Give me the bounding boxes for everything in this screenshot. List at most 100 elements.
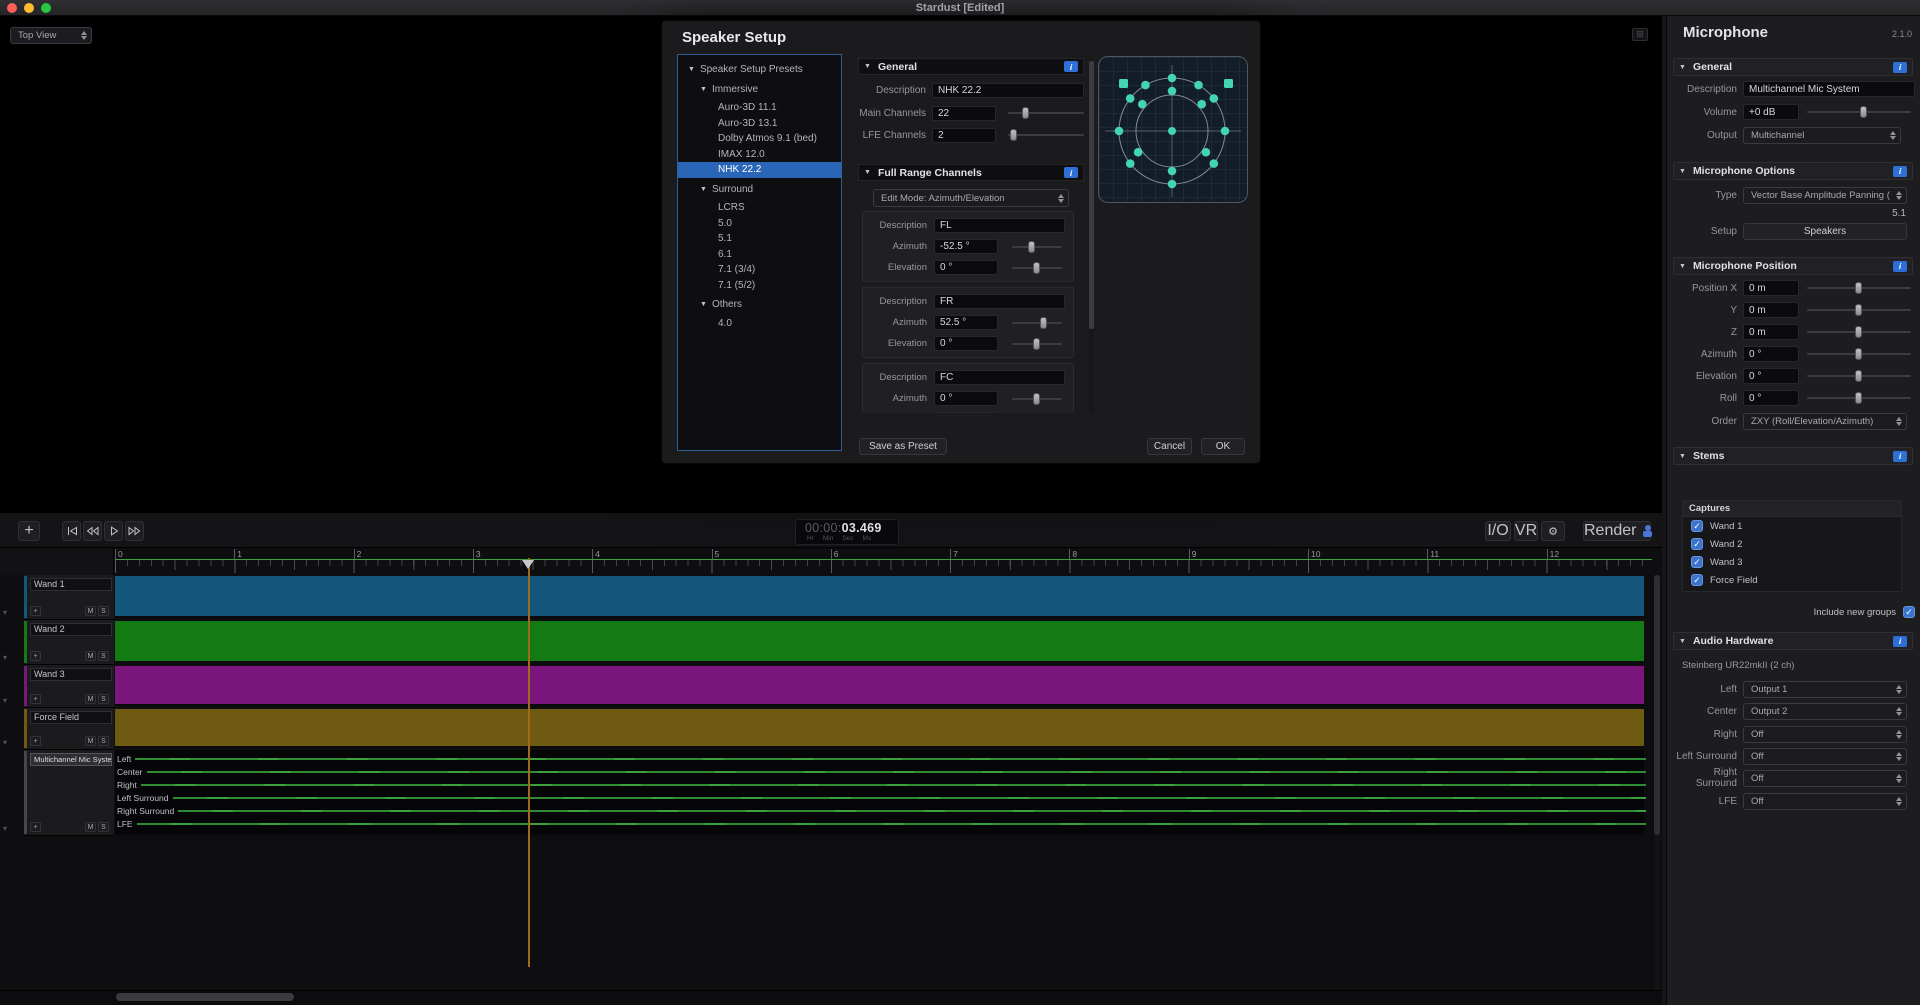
info-icon[interactable]: i [1893, 62, 1907, 73]
info-icon[interactable]: i [1893, 636, 1907, 647]
slider-thumb[interactable] [1855, 348, 1862, 360]
hardware-output-dropdown[interactable]: Output 1 [1743, 681, 1907, 698]
track-header[interactable]: Force Field+MS [24, 708, 114, 750]
track-add-button[interactable]: + [30, 651, 41, 661]
dialog-scrollbar-thumb[interactable] [1089, 61, 1094, 329]
channel-elevation-slider[interactable] [1012, 413, 1062, 414]
position-slider[interactable] [1807, 325, 1911, 339]
track-collapse-icon[interactable]: ▾ [3, 696, 7, 705]
track-name-field[interactable]: Wand 2 [30, 623, 112, 636]
mic-volume-slider[interactable] [1807, 105, 1911, 119]
track-mute-button[interactable]: M [85, 694, 96, 704]
preset-item[interactable]: LCRS [678, 200, 841, 216]
view-selector-dropdown[interactable]: Top View [10, 27, 92, 44]
timecode-display[interactable]: 00:00:03.469 HrMinSecMs [795, 519, 899, 545]
preset-item[interactable]: Dolby Atmos 9.1 (bed) [678, 131, 841, 147]
channel-elevation-slider[interactable] [1012, 261, 1062, 275]
track-name-field[interactable]: Wand 3 [30, 668, 112, 681]
section-header-general[interactable]: ▼ General i [1673, 58, 1913, 76]
track-add-button[interactable]: + [30, 822, 41, 832]
timeline-horizontal-scrollbar-thumb[interactable] [116, 993, 294, 1001]
channel-description-input[interactable]: FC [934, 370, 1065, 385]
track-header[interactable]: Wand 2+MS [24, 620, 114, 665]
preset-item[interactable]: 7.1 (5/2) [678, 278, 841, 294]
section-header-mic-options[interactable]: ▼ Microphone Options i [1673, 162, 1913, 180]
mic-description-input[interactable]: Multichannel Mic System [1743, 81, 1915, 97]
channel-elevation-input[interactable]: 0 ° [934, 260, 998, 275]
dialog-description-input[interactable]: NHK 22.2 [932, 83, 1084, 98]
channel-azimuth-slider[interactable] [1012, 240, 1062, 254]
position-slider[interactable] [1807, 281, 1911, 295]
hardware-output-dropdown[interactable]: Output 2 [1743, 703, 1907, 720]
preset-item[interactable]: NHK 22.2 [678, 162, 841, 178]
channel-azimuth-input[interactable]: -52.5 ° [934, 239, 998, 254]
collapse-icon[interactable]: ▼ [688, 66, 695, 73]
track-mute-button[interactable]: M [85, 651, 96, 661]
collapse-icon[interactable]: ▼ [700, 86, 707, 93]
settings-button[interactable]: ⚙ [1541, 521, 1565, 541]
collapse-icon[interactable]: ▼ [1679, 64, 1686, 71]
slider-thumb[interactable] [1040, 317, 1047, 329]
slider-thumb[interactable] [1033, 338, 1040, 350]
channel-elevation-input[interactable]: 0 ° [934, 336, 998, 351]
track-region[interactable] [115, 621, 1644, 663]
preset-group-others[interactable]: ▼Others [678, 297, 841, 313]
main-channels-slider[interactable] [1008, 106, 1084, 120]
playhead-line[interactable] [528, 558, 530, 967]
track-header[interactable]: Wand 3+MS [24, 665, 114, 708]
track-region[interactable] [115, 666, 1644, 706]
mic-track-name-field[interactable]: Multichannel Mic Syste [30, 753, 112, 766]
preset-tree-root[interactable]: ▼Speaker Setup Presets [678, 62, 841, 78]
slider-thumb[interactable] [1022, 107, 1029, 119]
mic-track-header[interactable]: Multichannel Mic Syste + MS [24, 750, 114, 836]
channel-azimuth-input[interactable]: 0 ° [934, 391, 998, 406]
position-slider[interactable] [1807, 303, 1911, 317]
position-value-input[interactable]: 0 ° [1743, 368, 1799, 384]
slider-thumb[interactable] [1028, 241, 1035, 253]
viewport-layout-icon[interactable]: ⊞ [1632, 28, 1648, 41]
position-value-input[interactable]: 0 ° [1743, 390, 1799, 406]
info-icon[interactable]: i [1893, 451, 1907, 462]
save-as-preset-button[interactable]: Save as Preset [859, 438, 947, 455]
edit-mode-dropdown[interactable]: Edit Mode: Azimuth/Elevation [873, 189, 1069, 207]
slider-thumb[interactable] [1033, 262, 1040, 274]
preset-item[interactable]: IMAX 12.0 [678, 147, 841, 163]
slider-thumb[interactable] [1855, 370, 1862, 382]
channel-description-input[interactable]: FL [934, 218, 1065, 233]
collapse-icon[interactable]: ▼ [1679, 263, 1686, 270]
track-collapse-icon[interactable]: ▾ [3, 608, 7, 617]
slider-thumb[interactable] [1855, 304, 1862, 316]
track-add-button[interactable]: + [30, 736, 41, 746]
render-button[interactable]: Render [1583, 521, 1651, 541]
info-icon[interactable]: i [1064, 61, 1078, 72]
mic-type-dropdown[interactable]: Vector Base Amplitude Panning (V [1743, 187, 1907, 204]
collapse-icon[interactable]: ▼ [700, 186, 707, 193]
info-icon[interactable]: i [1893, 166, 1907, 177]
track-solo-button[interactable]: S [98, 606, 109, 616]
track-mute-button[interactable]: M [85, 822, 96, 832]
position-slider[interactable] [1807, 369, 1911, 383]
position-value-input[interactable]: 0 m [1743, 324, 1799, 340]
slider-thumb[interactable] [1033, 393, 1040, 405]
slider-thumb[interactable] [1860, 106, 1867, 118]
collapse-icon[interactable]: ▼ [864, 169, 871, 176]
channel-azimuth-slider[interactable] [1012, 316, 1062, 330]
section-header-stems[interactable]: ▼ Stems i [1673, 447, 1913, 465]
lfe-channels-input[interactable]: 2 [932, 128, 996, 143]
mic-volume-input[interactable]: +0 dB [1743, 104, 1799, 120]
collapse-icon[interactable]: ▼ [1679, 638, 1686, 645]
track-mute-button[interactable]: M [85, 736, 96, 746]
track-solo-button[interactable]: S [98, 822, 109, 832]
slider-thumb[interactable] [1010, 129, 1017, 141]
track-solo-button[interactable]: S [98, 736, 109, 746]
section-header-mic-position[interactable]: ▼ Microphone Position i [1673, 257, 1913, 275]
slider-thumb[interactable] [1855, 326, 1862, 338]
track-header[interactable]: Wand 1+MS [24, 575, 114, 620]
channel-azimuth-slider[interactable] [1012, 392, 1062, 406]
speaker-setup-button[interactable]: Speakers [1743, 223, 1907, 240]
dialog-section-general[interactable]: ▼ General i [858, 58, 1084, 75]
capture-checkbox[interactable]: ✓ [1691, 574, 1703, 586]
preset-item[interactable]: 5.1 [678, 231, 841, 247]
collapse-icon[interactable]: ▼ [864, 63, 871, 70]
position-slider[interactable] [1807, 391, 1911, 405]
